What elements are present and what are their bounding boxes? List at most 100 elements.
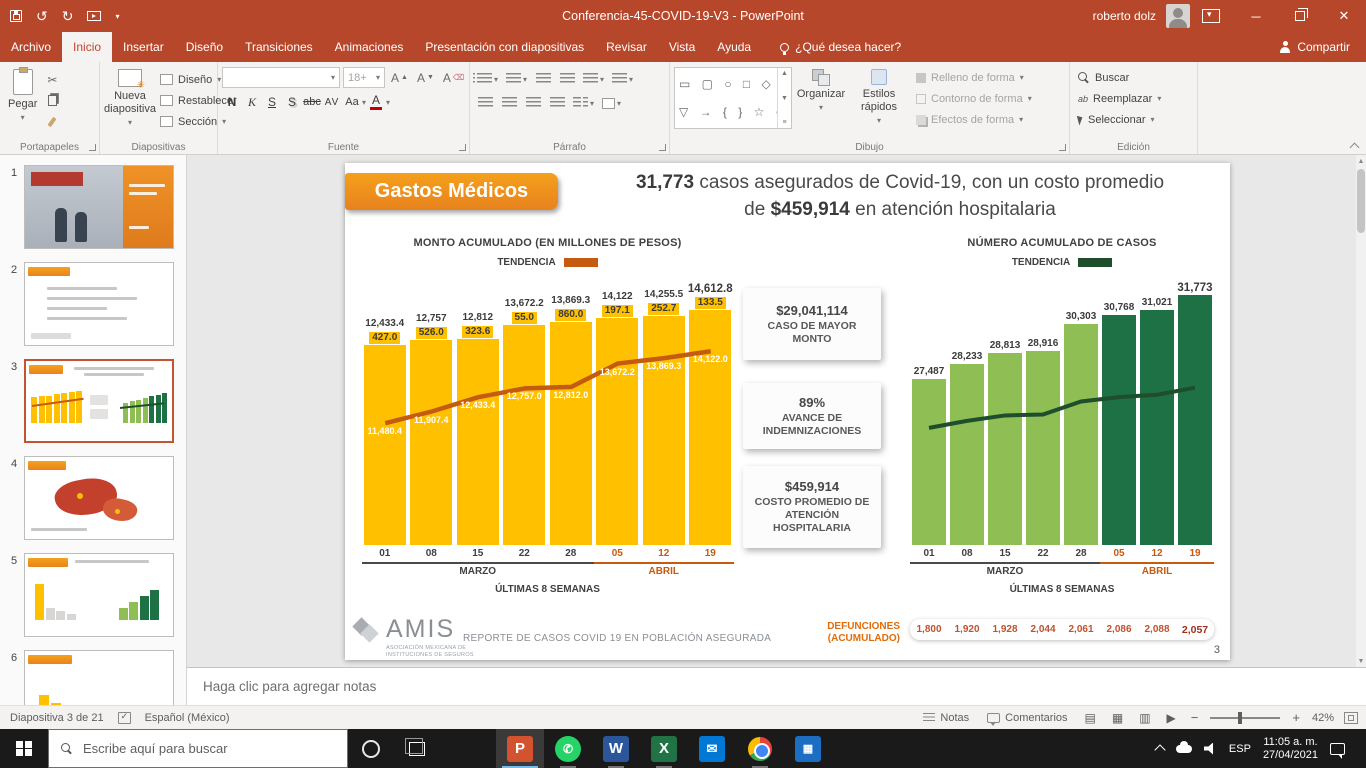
paste-button[interactable]: Pegar ▾ <box>4 67 41 126</box>
customize-qat-icon[interactable]: ▾ <box>115 12 119 21</box>
bullets-button[interactable]: ▾ <box>474 69 501 90</box>
tab-insertar[interactable]: Insertar <box>112 32 175 62</box>
ribbon-display-options-icon[interactable] <box>1202 9 1220 23</box>
shape-outline-button[interactable]: Contorno de forma▾ <box>912 88 1036 109</box>
scroll-down-icon[interactable]: ▼ <box>1356 655 1366 667</box>
onedrive-cloud-icon[interactable] <box>1176 745 1192 753</box>
redo-icon[interactable]: ↻ <box>62 9 74 23</box>
slide-title[interactable]: 31,773 casos asegurados de Covid-19, con… <box>577 169 1223 223</box>
arrange-button[interactable]: Organizar ▾ <box>792 67 850 116</box>
cut-button[interactable]: ✂ <box>41 69 63 90</box>
start-button[interactable] <box>0 729 48 768</box>
callout-costo-promedio[interactable]: $459,914 COSTO PROMEDIO DE ATENCIÓN HOSP… <box>743 466 881 548</box>
underline-button[interactable]: S <box>262 92 282 112</box>
format-painter-button[interactable] <box>41 111 63 132</box>
shape-effects-button[interactable]: Efectos de forma▾ <box>912 109 1036 130</box>
restore-button[interactable] <box>1278 0 1322 32</box>
shape-gallery-scroll[interactable]: ▲ ▼ ≡ <box>777 68 791 128</box>
italic-button[interactable]: K <box>242 92 262 112</box>
collapse-ribbon-button[interactable] <box>1348 140 1360 152</box>
slide-2-thumbnail[interactable] <box>24 262 174 346</box>
slide-thumbnail-item[interactable]: 2 <box>4 262 178 346</box>
minimize-button[interactable]: ─ <box>1234 0 1278 32</box>
slide-6-thumbnail[interactable] <box>24 650 174 705</box>
taskbar-mail-icon[interactable]: ✉ <box>688 729 736 768</box>
font-name-select[interactable]: ▾ <box>222 67 340 88</box>
quick-styles-button[interactable]: Estilos rápidos ▾ <box>850 67 908 129</box>
language-indicator[interactable]: Español (México) <box>145 712 230 724</box>
zoom-slider[interactable] <box>1210 717 1280 719</box>
zoom-slider-thumb[interactable] <box>1238 712 1242 724</box>
scroll-up-icon[interactable]: ▲ <box>781 70 788 77</box>
avatar[interactable] <box>1166 4 1190 28</box>
start-slideshow-icon[interactable] <box>87 11 101 21</box>
spellcheck-icon[interactable] <box>118 712 131 724</box>
slide-3-thumbnail-selected[interactable] <box>24 359 174 443</box>
keyboard-language[interactable]: ESP <box>1229 743 1251 755</box>
tab-vista[interactable]: Vista <box>658 32 706 62</box>
gallery-more-icon[interactable]: ≡ <box>782 119 786 126</box>
tab-ayuda[interactable]: Ayuda <box>706 32 762 62</box>
zoom-level[interactable]: 42% <box>1312 712 1334 724</box>
increase-indent-button[interactable] <box>556 69 578 90</box>
align-right-button[interactable] <box>522 93 544 114</box>
slide-sorter-view-button[interactable]: ▦ <box>1109 711 1126 725</box>
text-shadow-button[interactable]: S <box>282 92 302 112</box>
slide-4-thumbnail[interactable] <box>24 456 174 540</box>
bold-button[interactable]: N <box>222 92 242 112</box>
replace-button[interactable]: abReemplazar▾ <box>1074 88 1165 109</box>
dialog-launcher-icon[interactable] <box>459 144 466 151</box>
slide-thumbnail-item[interactable]: 4 <box>4 456 178 540</box>
decrease-indent-button[interactable] <box>532 69 554 90</box>
tab-diseno[interactable]: Diseño <box>175 32 234 62</box>
slide-thumbnail-item[interactable]: 3 <box>4 359 178 443</box>
undo-icon[interactable]: ↺ <box>36 9 48 23</box>
slide-thumbnail-item[interactable]: 5 <box>4 553 178 637</box>
notes-pane[interactable]: Haga clic para agregar notas <box>187 667 1366 705</box>
tab-presentacion[interactable]: Presentación con diapositivas <box>414 32 595 62</box>
tab-revisar[interactable]: Revisar <box>595 32 658 62</box>
slide-thumbnail-item[interactable]: 6 <box>4 650 178 705</box>
taskbar-app-icon-blue[interactable]: ▦ <box>784 729 832 768</box>
reading-view-button[interactable]: ▥ <box>1136 711 1153 725</box>
shape-gallery[interactable]: ▭ ▢ ○ □ ◇ △ ▽ → { } ☆ ○ ▲ ▼ ≡ <box>674 67 792 129</box>
account-name[interactable]: roberto dolz <box>1093 9 1156 23</box>
strikethrough-button[interactable]: abc <box>302 92 322 112</box>
scroll-up-icon[interactable]: ▲ <box>1356 155 1366 167</box>
scrollbar-thumb[interactable] <box>1357 169 1365 233</box>
decrease-font-button[interactable]: A▼ <box>414 67 437 88</box>
taskbar-clock[interactable]: 11:05 a. m. 27/04/2021 <box>1263 736 1318 762</box>
tab-transiciones[interactable]: Transiciones <box>234 32 324 62</box>
normal-view-button[interactable]: ▤ <box>1082 711 1099 725</box>
shape-fill-button[interactable]: Relleno de forma▾ <box>912 67 1036 88</box>
zoom-out-button[interactable]: − <box>1189 710 1201 725</box>
clear-formatting-button[interactable]: A⌫ <box>440 67 467 88</box>
tab-archivo[interactable]: Archivo <box>0 32 62 62</box>
font-size-select[interactable]: 18+▾ <box>343 67 385 88</box>
tab-inicio[interactable]: Inicio <box>62 32 112 62</box>
align-center-button[interactable] <box>498 93 520 114</box>
task-view-button[interactable] <box>394 729 440 768</box>
notes-toggle-button[interactable]: Notas <box>919 712 973 724</box>
slide-canvas[interactable]: Gastos Médicos 31,773 casos asegurados d… <box>345 163 1230 660</box>
callout-avance-indemnizaciones[interactable]: 89% AVANCE DE INDEMNIZACIONES <box>743 383 881 449</box>
zoom-in-button[interactable]: + <box>1290 710 1302 725</box>
action-center-icon[interactable] <box>1330 743 1345 755</box>
select-button[interactable]: Seleccionar▾ <box>1074 109 1165 130</box>
tell-me-search[interactable]: ¿Qué desea hacer? <box>768 32 913 62</box>
new-slide-button[interactable]: Nueva diapositiva ▾ <box>104 67 156 131</box>
numero-acumulado-chart[interactable]: NÚMERO ACUMULADO DE CASOS TENDENCIA 27,4… <box>897 237 1227 595</box>
dialog-launcher-icon[interactable] <box>89 144 96 151</box>
taskbar-chrome-icon[interactable] <box>736 729 784 768</box>
taskbar-search-input[interactable]: Escribe aquí para buscar <box>48 729 348 768</box>
vertical-scrollbar[interactable]: ▲ ▼ <box>1356 155 1366 667</box>
save-icon[interactable] <box>10 10 22 22</box>
volume-icon[interactable] <box>1204 743 1217 755</box>
find-button[interactable]: Buscar <box>1074 67 1165 88</box>
taskbar-excel-icon[interactable]: X <box>640 729 688 768</box>
share-button[interactable]: Compartir <box>1263 32 1366 62</box>
convert-smartart-button[interactable]: ▾ <box>599 93 624 114</box>
scroll-down-icon[interactable]: ▼ <box>781 95 788 102</box>
comments-toggle-button[interactable]: Comentarios <box>983 712 1071 724</box>
hidden-icons-chevron[interactable] <box>1154 744 1165 755</box>
